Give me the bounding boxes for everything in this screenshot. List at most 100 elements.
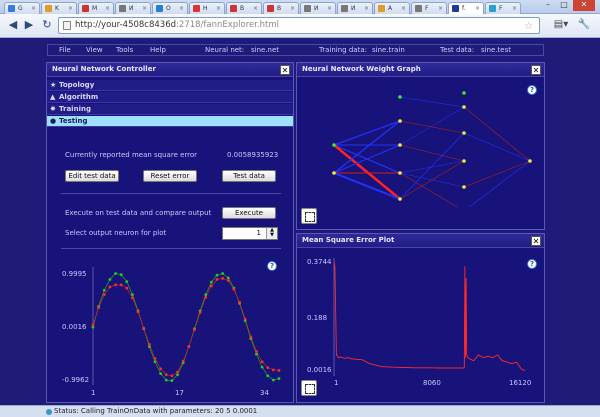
edge [463,132,531,162]
tab-close-icon[interactable]: × [512,3,517,14]
weight-graph-canvas [332,91,532,207]
browser-tab[interactable]: G × [4,2,40,14]
browser-tab[interactable]: И × [337,2,373,14]
data-point [204,293,208,297]
spinner-arrows-icon[interactable]: ▲ ▼ [266,228,277,239]
window-close-button[interactable]: ✕ [573,0,595,11]
browser-tab[interactable]: И × [300,2,336,14]
browser-tab[interactable]: В × [226,2,262,14]
execute-button[interactable]: Execute [222,207,276,219]
training-data-value[interactable]: sine.train [372,46,405,54]
mse-label: Currently reported mean square error [65,151,198,159]
mse-series-line [333,261,526,372]
section-topology[interactable]: ★ Topology [47,80,293,91]
triangle-icon: ▲ [50,93,56,101]
neuron-node [398,119,402,123]
url-path: :2718/fannExplorer.html [176,20,280,30]
controller-close-icon[interactable]: ✕ [280,65,290,75]
neuron-node [332,143,336,147]
browser-tab[interactable]: В × [263,2,299,14]
data-point [153,357,157,360]
tab-label: И [129,5,134,12]
reload-icon[interactable]: ↻ [40,18,54,32]
test-data-value[interactable]: sine.test [481,46,511,54]
data-point [108,285,112,289]
tab-close-icon[interactable]: × [179,3,184,14]
data-point [221,272,225,275]
browser-tab[interactable]: O × [152,2,188,14]
section-training-label: Training [59,105,91,113]
section-training[interactable]: ✸ Training [47,104,293,115]
data-point [255,350,258,353]
tab-close-icon[interactable]: × [327,3,332,14]
weight-graph-fit-button[interactable] [301,208,317,224]
data-point [176,373,179,377]
tab-close-icon[interactable]: × [68,3,73,14]
wrench-icon[interactable]: 🔧 [575,18,593,32]
output-plot: 0.9995 0.0016 -0.9962 1 17 34 [62,267,281,397]
data-point [153,360,157,364]
favicon-icon [304,5,311,12]
tab-close-icon[interactable]: × [401,3,406,14]
weight-graph-close-icon[interactable]: ✕ [531,65,541,75]
series-line [92,278,280,377]
edge [399,106,465,146]
browser-tab[interactable]: И × [115,2,151,14]
menu-file[interactable]: File [59,46,71,54]
maximize-button[interactable]: □ [557,0,571,11]
browser-tab[interactable]: F × [411,2,447,14]
minimize-button[interactable]: – [541,0,555,11]
browser-tab[interactable]: A × [374,2,410,14]
forward-icon[interactable]: ▶ [22,18,36,32]
neuron-node [398,171,402,175]
neuron-node [398,143,402,147]
edge [399,144,465,162]
mse-plot-close-icon[interactable]: ✕ [531,236,541,246]
reset-error-button[interactable]: Reset error [143,170,197,182]
favicon-icon [415,5,422,12]
app-menubar: File View Tools Help Neural net: sine.ne… [47,44,544,56]
mse-plot: 0.3744 0.188 0.0016 1 8060 16120 [307,258,531,387]
browser-tab[interactable]: Н × [189,2,225,14]
data-point [119,273,123,276]
edit-test-data-button[interactable]: Edit test data [65,170,119,182]
menu-view[interactable]: View [86,46,103,54]
tab-close-icon[interactable]: × [364,3,369,14]
tab-close-icon[interactable]: × [253,3,258,14]
tab-close-icon[interactable]: × [105,3,110,14]
address-field[interactable]: http://your-4508c8436d:2718/fannExplorer… [58,17,540,34]
tab-label: O [166,5,171,12]
menu-help[interactable]: Help [150,46,166,54]
browser-tab[interactable]: K × [41,2,77,14]
data-point [91,323,95,327]
data-point [181,359,185,363]
test-data-button[interactable]: Test data [222,170,276,182]
data-point [277,377,281,380]
tab-close-icon[interactable]: × [475,3,480,14]
bookmark-star-icon[interactable]: ☆ [524,19,533,34]
output-neuron-spinner[interactable]: 1 ▲ ▼ [222,227,278,240]
tab-close-icon[interactable]: × [142,3,147,14]
neural-net-value[interactable]: sine.net [251,46,279,54]
section-algorithm[interactable]: ▲ Algorithm [47,92,293,103]
browser-tab[interactable]: M × [78,2,114,14]
browser-tab[interactable]: F × [485,2,521,14]
edge [399,172,458,207]
tab-label: В [277,5,282,12]
menu-tools[interactable]: Tools [116,46,133,54]
data-point [125,280,129,284]
tab-close-icon[interactable]: × [438,3,443,14]
y-tick-label: -0.9962 [62,376,89,384]
tab-close-icon[interactable]: × [290,3,295,14]
section-testing[interactable]: ● Testing [47,116,293,127]
tab-close-icon[interactable]: × [216,3,221,14]
controller-title: Neural Network Controller [47,63,293,77]
back-icon[interactable]: ◀ [6,18,20,32]
browser-tab[interactable]: f. × [448,2,484,14]
data-point [170,374,174,378]
tab-close-icon[interactable]: × [31,3,36,14]
page-menu-icon[interactable]: ▤▾ [552,18,570,32]
training-data-label: Training data: [319,46,367,54]
mse-plot-fit-button[interactable] [301,380,317,396]
divider [61,248,281,249]
